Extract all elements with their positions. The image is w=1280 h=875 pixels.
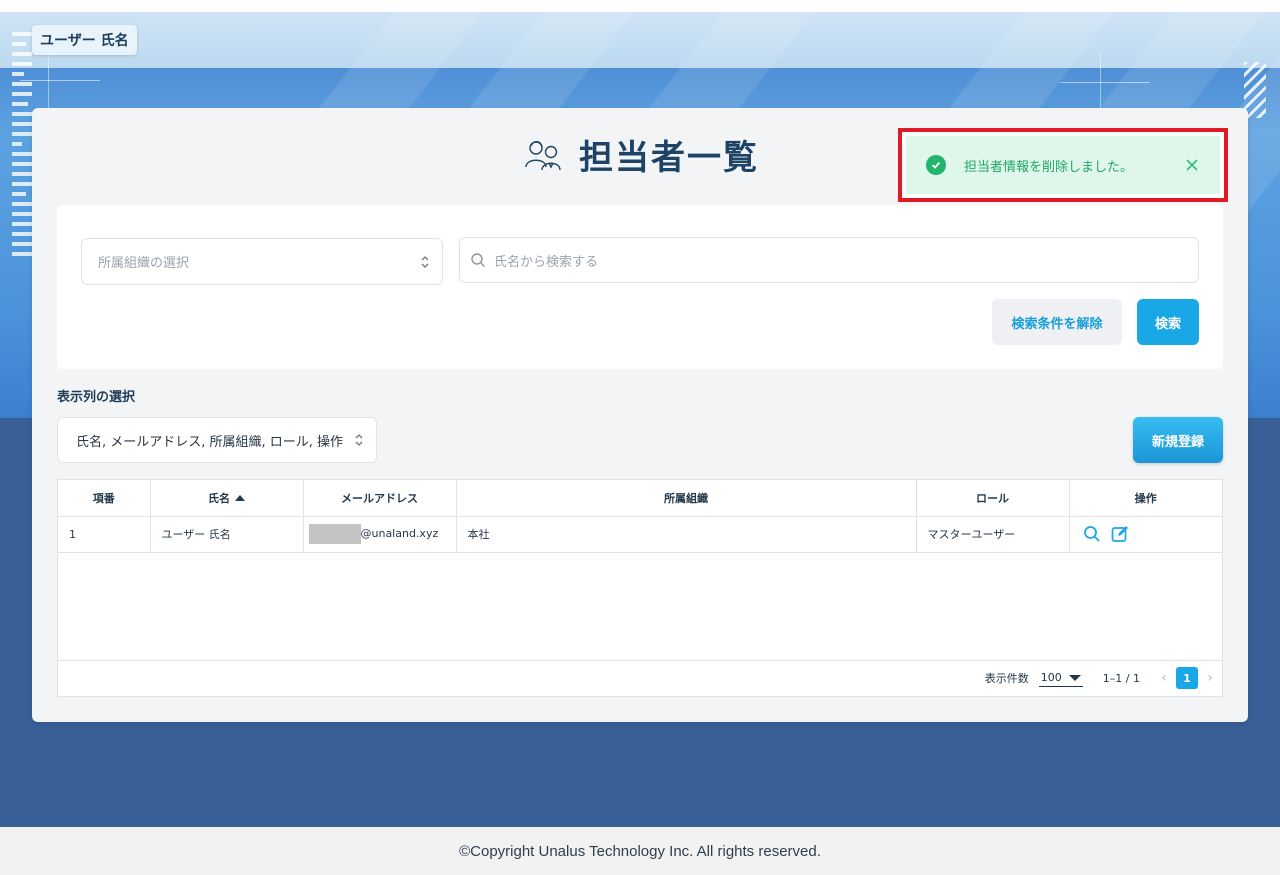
user-name-chip[interactable]: ユーザー 氏名 <box>32 25 137 55</box>
page-title: 担当者一覧 <box>579 138 759 178</box>
main-card: 担当者一覧 担当者情報を削除しました。 所属組織の選択 氏名から検索する 検索条… <box>32 108 1248 722</box>
name-search-placeholder: 氏名から検索する <box>494 254 599 270</box>
chevron-updown-icon <box>421 255 429 268</box>
per-page-select[interactable]: 100 <box>1038 669 1083 687</box>
cell-actions <box>1069 516 1222 553</box>
chevron-left-icon[interactable]: ‹ <box>1158 670 1170 686</box>
cell-index: 1 <box>58 516 151 553</box>
search-button[interactable]: 検索 <box>1137 299 1199 345</box>
header-actions: 操作 <box>1069 480 1222 517</box>
edit-icon[interactable] <box>1111 525 1129 543</box>
columns-label: 表示列の選択 <box>57 390 136 405</box>
caret-down-icon <box>1068 674 1081 681</box>
check-circle-icon <box>926 155 946 175</box>
search-icon[interactable] <box>1083 525 1101 543</box>
search-icon <box>471 253 485 267</box>
chevron-updown-icon <box>355 434 363 446</box>
columns-select[interactable]: 氏名, メールアドレス, 所属組織, ロール, 操作 <box>57 417 377 463</box>
cell-name: ユーザー 氏名 <box>150 516 304 553</box>
staff-table: 項番 氏名 メールアドレス 所属組織 ロール 操作 1 ユーザー 氏名 @una… <box>57 479 1223 697</box>
top-strip <box>0 0 1280 12</box>
header-role[interactable]: ロール <box>916 480 1070 517</box>
header-name[interactable]: 氏名 <box>150 480 304 517</box>
header-index[interactable]: 項番 <box>58 480 151 517</box>
pagination: 表示件数 100 1–1 / 1 ‹ 1 › <box>58 660 1222 696</box>
copyright-text: ©Copyright Unalus Technology Inc. All ri… <box>459 842 821 860</box>
cell-email: @unaland.xyz <box>303 516 457 553</box>
header-name-label: 氏名 <box>208 491 230 505</box>
success-toast: 担当者情報を削除しました。 <box>898 128 1228 202</box>
per-page-label: 表示件数 <box>984 672 1029 685</box>
sort-ascending-icon <box>235 494 245 501</box>
chevron-right-icon[interactable]: › <box>1204 670 1216 686</box>
org-select-placeholder: 所属組織の選択 <box>98 256 190 271</box>
footer: ©Copyright Unalus Technology Inc. All ri… <box>0 827 1280 875</box>
page-range: 1–1 / 1 <box>1102 671 1140 685</box>
columns-select-value: 氏名, メールアドレス, 所属組織, ロール, 操作 <box>76 434 344 450</box>
header-email[interactable]: メールアドレス <box>303 480 457 517</box>
table-header-row: 項番 氏名 メールアドレス 所属組織 ロール 操作 <box>58 480 1222 517</box>
search-panel: 所属組織の選択 氏名から検索する 検索条件を解除 検索 <box>57 205 1223 369</box>
clear-conditions-button[interactable]: 検索条件を解除 <box>992 299 1122 345</box>
cell-role: マスターユーザー <box>916 516 1070 553</box>
redacted-email-local <box>308 524 361 544</box>
cell-email-domain: @unaland.xyz <box>360 527 439 540</box>
table-empty-area <box>58 553 1222 661</box>
name-search-input[interactable]: 氏名から検索する <box>459 237 1199 283</box>
header-org[interactable]: 所属組織 <box>456 480 917 517</box>
people-icon <box>525 140 561 170</box>
per-page-value: 100 <box>1040 671 1062 684</box>
new-registration-button[interactable]: 新規登録 <box>1133 417 1223 463</box>
toast-message: 担当者情報を削除しました。 <box>964 159 1134 175</box>
page-button-1[interactable]: 1 <box>1176 667 1198 689</box>
org-select[interactable]: 所属組織の選択 <box>81 238 443 285</box>
cell-org: 本社 <box>456 516 917 553</box>
table-row: 1 ユーザー 氏名 @unaland.xyz 本社 マスターユーザー <box>58 516 1222 553</box>
close-icon[interactable] <box>1178 151 1206 179</box>
